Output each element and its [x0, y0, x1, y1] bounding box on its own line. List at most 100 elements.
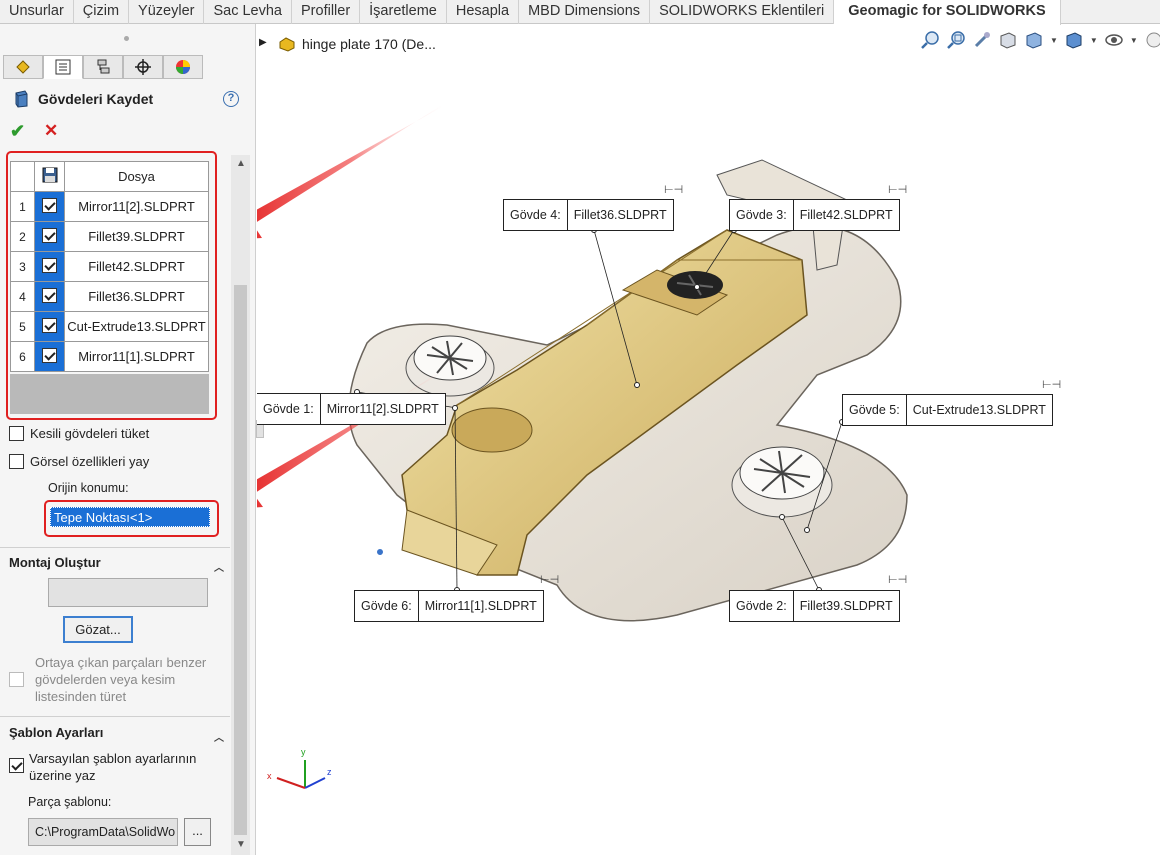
- display-manager-tab[interactable]: [163, 55, 203, 79]
- body-callout[interactable]: Gövde 5: Cut-Extrude13.SLDPRT: [842, 394, 1053, 426]
- panel-title-text: Gövdeleri Kaydet: [38, 91, 154, 107]
- assembly-section-title: Montaj Oluştur: [9, 555, 101, 570]
- model-canvas: y z x: [257, 105, 908, 789]
- arrow-to-table: [257, 105, 442, 239]
- ok-button[interactable]: ✔: [10, 121, 25, 142]
- body-callout[interactable]: Gövde 1: Mirror11[2].SLDPRT: [257, 393, 446, 425]
- callout-key: Gövde 3:: [736, 208, 787, 222]
- bodies-table: Dosya 1 Mirror11[2].SLDPRT 2 Fillet39.SL…: [10, 161, 209, 372]
- pin-icon[interactable]: ⊢⊣: [664, 183, 683, 196]
- body-callout[interactable]: Gövde 4: Fillet36.SLDPRT: [503, 199, 674, 231]
- row-file-name[interactable]: Cut-Extrude13.SLDPRT: [64, 311, 209, 342]
- help-button[interactable]: ?: [223, 91, 239, 107]
- template-section-title: Şablon Ayarları: [9, 725, 104, 740]
- dimxpert-tab[interactable]: [123, 55, 163, 79]
- row-save-checkbox[interactable]: [42, 197, 57, 213]
- tab-geomagic[interactable]: Geomagic for SOLIDWORKS: [834, 0, 1061, 25]
- row-save-checkbox[interactable]: [42, 227, 57, 243]
- callout-value: Fillet39.SLDPRT: [792, 591, 899, 621]
- row-file-name[interactable]: Fillet39.SLDPRT: [64, 221, 209, 252]
- consume-cut-bodies-option[interactable]: Kesili gövdeleri tüket: [9, 426, 149, 441]
- derive-label-line3: listesinden türet: [35, 689, 127, 704]
- manager-tabs: [3, 55, 203, 79]
- override-label-line2: üzerine yaz: [29, 768, 96, 783]
- row-save-checkbox[interactable]: [42, 347, 57, 363]
- callout-value: Cut-Extrude13.SLDPRT: [905, 395, 1052, 425]
- pin-icon[interactable]: ⊢⊣: [540, 573, 559, 586]
- consume-checkbox[interactable]: [9, 426, 24, 441]
- table-row[interactable]: 2 Fillet39.SLDPRT: [10, 221, 209, 252]
- row-file-name[interactable]: Mirror11[2].SLDPRT: [64, 191, 209, 222]
- override-checkbox[interactable]: [9, 758, 24, 773]
- table-empty-area: [10, 374, 209, 414]
- propagate-visual-option[interactable]: Görsel özellikleri yay: [9, 454, 149, 469]
- feature-manager-tab[interactable]: [3, 55, 43, 79]
- row-file-name[interactable]: Mirror11[1].SLDPRT: [64, 341, 209, 372]
- origin-selection-box[interactable]: Tepe Noktası<1>: [50, 507, 210, 527]
- derive-label-line1: Ortaya çıkan parçaları benzer: [35, 655, 207, 670]
- pin-icon[interactable]: ⊢⊣: [888, 573, 907, 586]
- part-template-label: Parça şablonu:: [28, 795, 112, 809]
- body-callout[interactable]: Gövde 2: Fillet39.SLDPRT: [729, 590, 900, 622]
- scroll-down-icon[interactable]: ▼: [236, 839, 246, 850]
- tab-sheet-metal[interactable]: Sac Levha: [204, 0, 292, 24]
- configuration-manager-tab[interactable]: [83, 55, 123, 79]
- row-number: 6: [10, 341, 35, 372]
- tab-sketch[interactable]: Çizim: [74, 0, 130, 24]
- pin-icon[interactable]: ⊢⊣: [1042, 378, 1061, 391]
- collapse-icon[interactable]: ︿: [214, 554, 224, 584]
- table-row[interactable]: 1 Mirror11[2].SLDPRT: [10, 191, 209, 222]
- table-row[interactable]: 4 Fillet36.SLDPRT: [10, 281, 209, 312]
- row-number: 3: [10, 251, 35, 282]
- panel-scrollbar[interactable]: ▲ ▼: [231, 155, 250, 855]
- table-row[interactable]: 5 Cut-Extrude13.SLDPRT: [10, 311, 209, 342]
- scroll-thumb[interactable]: [234, 285, 247, 835]
- color-wheel-icon: [176, 60, 190, 74]
- callout-value: Mirror11[2].SLDPRT: [319, 394, 445, 424]
- assembly-section-header[interactable]: Montaj Oluştur ︿: [0, 547, 230, 577]
- assembly-path-field[interactable]: [48, 578, 208, 607]
- origin-label: Orijin konumu:: [48, 481, 129, 495]
- row-file-name[interactable]: Fillet42.SLDPRT: [64, 251, 209, 282]
- row-number: 1: [10, 191, 35, 222]
- origin-vertex[interactable]: [377, 549, 383, 555]
- table-row[interactable]: 6 Mirror11[1].SLDPRT: [10, 341, 209, 372]
- row-save-checkbox[interactable]: [42, 317, 57, 333]
- property-manager-tab[interactable]: [43, 55, 83, 79]
- template-browse-button[interactable]: ...: [184, 818, 211, 846]
- save-bodies-icon: [15, 90, 28, 108]
- body-callout[interactable]: Gövde 3: Fillet42.SLDPRT: [729, 199, 900, 231]
- scroll-up-icon[interactable]: ▲: [236, 158, 246, 169]
- derive-option: Ortaya çıkan parçaları benzer gövdelerde…: [9, 654, 206, 705]
- part-template-field[interactable]: C:\ProgramData\SolidWo: [28, 818, 178, 846]
- derive-checkbox: [9, 672, 24, 687]
- callout-key: Gövde 1:: [263, 402, 314, 416]
- pin-icon[interactable]: ⊢⊣: [888, 183, 907, 196]
- collapse-icon[interactable]: ︿: [214, 723, 224, 755]
- propagate-label: Görsel özellikleri yay: [30, 454, 150, 469]
- row-file-name[interactable]: Fillet36.SLDPRT: [64, 281, 209, 312]
- property-icon: [55, 59, 71, 75]
- browse-button[interactable]: Gözat...: [63, 616, 133, 643]
- tab-evaluate[interactable]: Hesapla: [447, 0, 520, 24]
- table-row[interactable]: 3 Fillet42.SLDPRT: [10, 251, 209, 282]
- tab-addins[interactable]: SOLIDWORKS Eklentileri: [650, 0, 835, 24]
- callout-key: Gövde 6:: [361, 599, 412, 613]
- tab-surfaces[interactable]: Yüzeyler: [129, 0, 205, 24]
- override-label-line1: Varsayılan şablon ayarlarının: [29, 751, 197, 766]
- template-section-header[interactable]: Şablon Ayarları ︿: [0, 716, 230, 748]
- save-column-header[interactable]: [34, 161, 65, 192]
- tab-profiles[interactable]: Profiller: [292, 0, 361, 24]
- tab-features[interactable]: Unsurlar: [0, 0, 74, 24]
- row-save-checkbox[interactable]: [42, 257, 57, 273]
- row-save-checkbox[interactable]: [42, 287, 57, 303]
- tab-mbd-dimensions[interactable]: MBD Dimensions: [519, 0, 651, 24]
- callout-key: Gövde 5:: [849, 403, 900, 417]
- override-template-option[interactable]: Varsayılan şablon ayarlarının üzerine ya…: [9, 750, 196, 784]
- cancel-button[interactable]: ✕: [44, 121, 58, 141]
- panel-grip[interactable]: [124, 36, 129, 41]
- body-callout[interactable]: Gövde 6: Mirror11[1].SLDPRT: [354, 590, 544, 622]
- triad-y-label: y: [301, 747, 306, 757]
- propagate-checkbox[interactable]: [9, 454, 24, 469]
- tab-markup[interactable]: İşaretleme: [360, 0, 447, 24]
